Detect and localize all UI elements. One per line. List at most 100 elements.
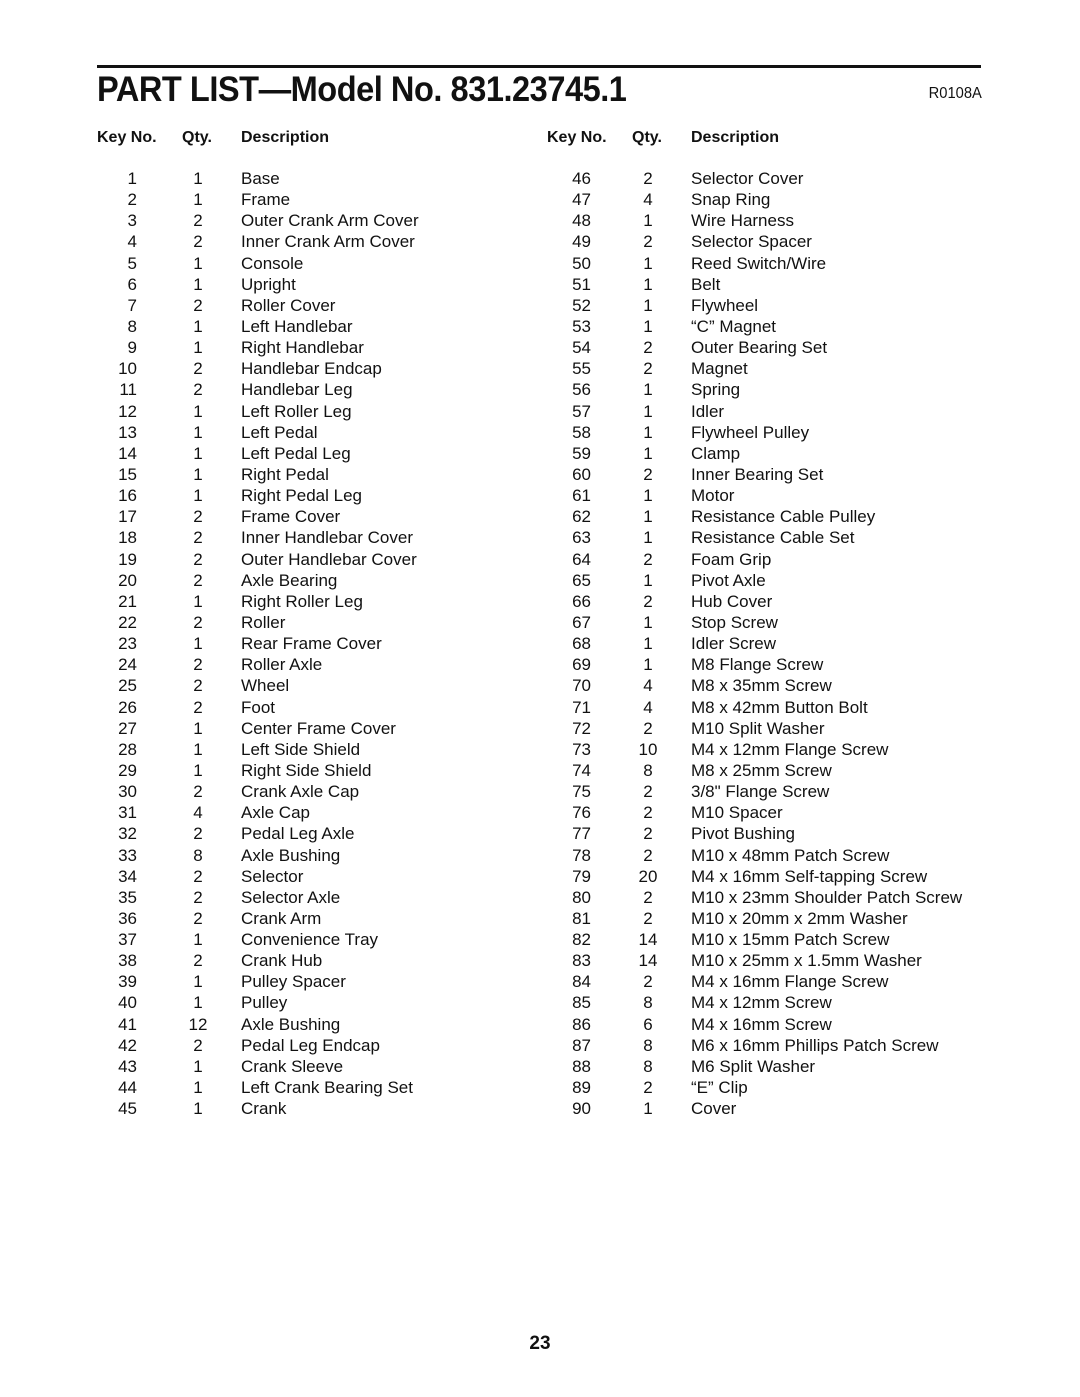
part-description: Selector [241,866,304,886]
quantity: 2 [643,887,653,907]
key-number: 59 [572,443,591,463]
quantity: 1 [193,401,203,421]
key-number: 7 [127,295,137,315]
quantity: 20 [638,866,658,886]
part-description: Pedal Leg Axle [241,824,355,844]
part-description: Pulley Spacer [241,972,346,992]
key-number: 33 [118,845,137,865]
qty-header: Qty. [632,129,662,146]
quantity: 1 [643,253,653,273]
part-description: Motor [691,486,735,506]
quantity: 2 [193,951,203,971]
part-description: Roller Cover [241,295,336,315]
quantity: 2 [643,718,653,738]
quantity: 2 [193,232,203,252]
part-description: Pulley [241,993,288,1013]
quantity: 2 [643,338,653,358]
part-description: M8 x 35mm Screw [691,676,832,696]
key-number: 51 [572,274,591,294]
part-description: “C” Magnet [691,316,777,336]
part-description: Spring [691,380,741,400]
quantity: 6 [643,1014,653,1034]
part-description: Right Roller Leg [241,591,363,611]
quantity: 1 [193,930,203,950]
part-description: Left Pedal Leg [241,443,351,463]
quantity: 2 [643,824,653,844]
part-description: Left Pedal [241,422,318,442]
key-number: 75 [572,782,591,802]
key-number: 22 [118,612,137,632]
page-number: 23 [529,1333,551,1354]
key-number: 20 [118,570,137,590]
quantity: 1 [193,253,203,273]
quantity: 14 [638,951,658,971]
key-number: 52 [572,295,591,315]
quantity: 2 [193,1035,203,1055]
part-description: Left Crank Bearing Set [241,1078,413,1098]
quantity: 2 [193,549,203,569]
quantity: 2 [643,359,653,379]
quantity: 1 [643,486,653,506]
quantity: 2 [193,908,203,928]
key-number: 12 [118,401,137,421]
key-number: 37 [118,930,137,950]
key-number: 10 [118,359,137,379]
key-no-header: Key No. [547,129,607,146]
quantity: 2 [193,866,203,886]
quantity: 2 [193,528,203,548]
page-title: PART LIST—Model No. 831.23745.1 [97,70,627,109]
document-code: R0108A [928,85,982,102]
part-description: Axle Bushing [241,845,341,865]
part-description: M4 x 16mm Self-tapping Screw [691,866,928,886]
quantity: 1 [193,1099,203,1119]
quantity: 2 [643,908,653,928]
quantity: 1 [193,190,203,210]
part-description: Axle Bearing [241,570,338,590]
quantity: 2 [193,359,203,379]
quantity: 2 [643,803,653,823]
key-number: 41 [118,1014,137,1034]
quantity: 2 [193,380,203,400]
part-description: Handlebar Leg [241,380,353,400]
key-number: 26 [118,697,137,717]
quantity: 2 [643,591,653,611]
key-number: 2 [127,190,137,210]
part-description: Roller [241,612,286,632]
key-number: 31 [118,803,137,823]
part-description: Convenience Tray [241,930,379,950]
part-description: M10 x 25mm x 1.5mm Washer [691,951,922,971]
part-description: Snap Ring [691,190,771,210]
part-description: M10 x 23mm Shoulder Patch Screw [691,887,963,907]
key-number: 60 [572,464,591,484]
key-number: 5 [127,253,137,273]
part-description: Outer Handlebar Cover [241,549,417,569]
key-number: 83 [572,951,591,971]
quantity: 2 [643,232,653,252]
quantity: 8 [643,1035,653,1055]
key-number: 90 [572,1099,591,1119]
part-description: Pivot Axle [691,570,766,590]
part-description: Right Handlebar [241,338,364,358]
part-description: Center Frame Cover [241,718,396,738]
quantity: 2 [643,782,653,802]
quantity: 1 [193,739,203,759]
key-number: 53 [572,316,591,336]
title-rule [97,65,981,68]
part-description: Belt [691,274,721,294]
key-number: 42 [118,1035,137,1055]
key-number: 43 [118,1056,137,1076]
quantity: 1 [193,338,203,358]
key-number: 47 [572,190,591,210]
part-description: M6 Split Washer [691,1056,816,1076]
quantity: 2 [643,169,653,188]
part-description: Crank Arm [241,908,322,928]
quantity: 1 [193,422,203,442]
key-number: 81 [572,908,591,928]
key-number: 62 [572,507,591,527]
quantity: 1 [643,422,653,442]
part-description: Pedal Leg Endcap [241,1035,380,1055]
part-description: Inner Handlebar Cover [241,528,413,548]
part-description: M4 x 12mm Screw [691,993,832,1013]
quantity: 10 [638,739,658,759]
key-number: 58 [572,422,591,442]
